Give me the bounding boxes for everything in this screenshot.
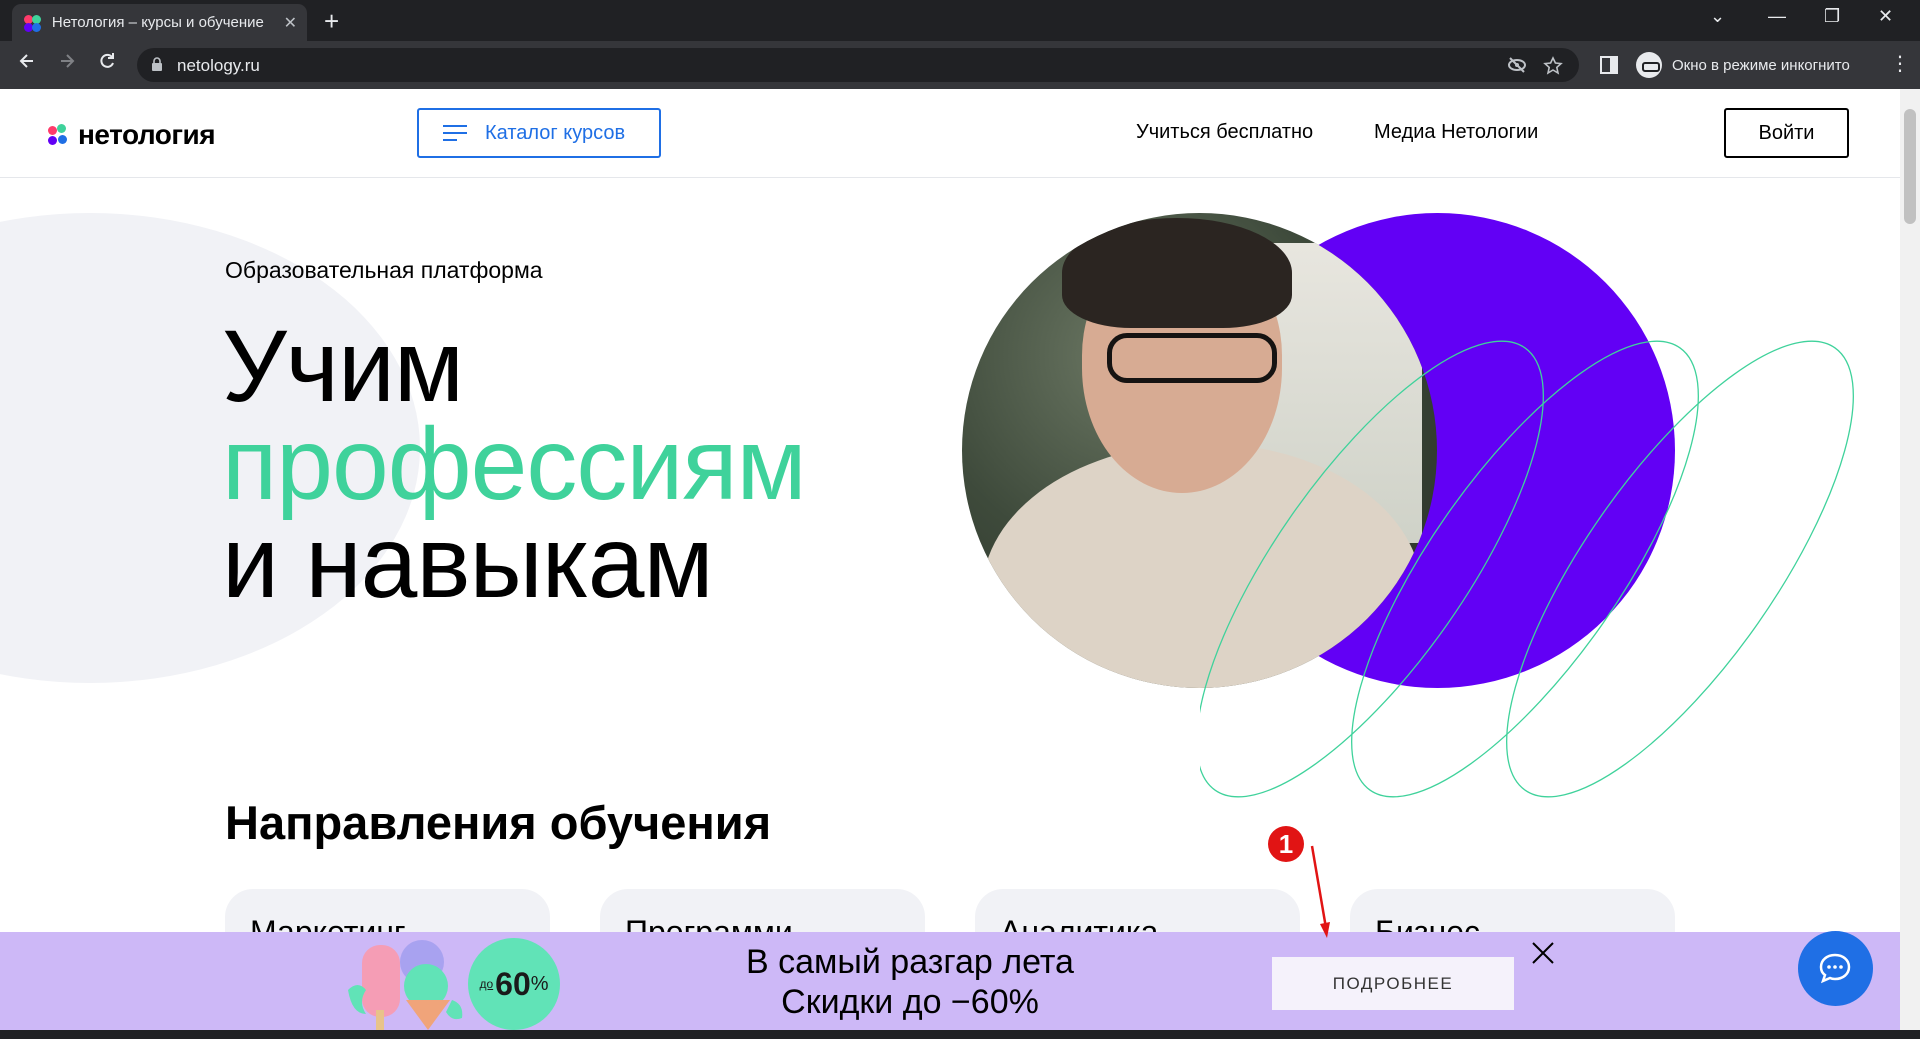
- browser-menu-icon[interactable]: ⋮: [1890, 51, 1910, 76]
- tab-close-icon[interactable]: ✕: [284, 13, 297, 33]
- menu-icon: [443, 120, 467, 146]
- side-panel-icon[interactable]: [1599, 55, 1619, 75]
- taskbar-edge: [0, 1030, 1920, 1039]
- annotation-marker: 1: [1268, 826, 1304, 862]
- url-text: netology.ru: [177, 56, 260, 75]
- minimize-button[interactable]: —: [1768, 6, 1786, 27]
- back-icon[interactable]: [12, 50, 42, 80]
- promo-banner: до 60 % В самый разгар лета Скидки до −6…: [0, 932, 1900, 1030]
- hero-line-3: и навыкам: [222, 505, 714, 619]
- login-button[interactable]: Войти: [1724, 108, 1849, 158]
- decorative-rings: [1200, 340, 1854, 798]
- hero-title: Учим профессиям и навыкам: [222, 315, 807, 613]
- browser-toolbar: netology.ru Окно в режиме инкогнито ⋮: [0, 41, 1920, 89]
- discount-badge: до 60 %: [468, 938, 560, 1030]
- promo-text: В самый разгар лета Скидки до −60%: [700, 942, 1120, 1022]
- close-icon[interactable]: [1528, 938, 1558, 968]
- chat-icon: [1819, 953, 1851, 984]
- promo-more-button[interactable]: ПОДРОБНЕЕ: [1272, 957, 1514, 1010]
- window-close-button[interactable]: ✕: [1878, 6, 1893, 27]
- incognito-label: Окно в режиме инкогнито: [1672, 56, 1850, 74]
- hero-line-2: профессиям: [222, 407, 807, 521]
- promo-line-2: Скидки до −60%: [781, 983, 1039, 1021]
- hero-kicker: Образовательная платформа: [225, 257, 543, 283]
- tab-title: Нетология – курсы и обучение: [51, 14, 264, 31]
- badge-suffix: %: [530, 972, 549, 995]
- browser-tabbar: Нетология – курсы и обучение ✕ + ⌄ — ❐ ✕: [0, 0, 1920, 41]
- directions-title: Направления обучения: [225, 796, 772, 849]
- badge-prefix: до: [479, 977, 494, 991]
- tab-search-icon[interactable]: ⌄: [1710, 6, 1725, 27]
- badge-value: 60: [495, 965, 531, 1002]
- scrollbar-thumb[interactable]: [1904, 109, 1916, 224]
- catalog-label: Каталог курсов: [485, 121, 626, 144]
- netology-logo[interactable]: нетология: [48, 119, 216, 151]
- incognito-icon: [1636, 52, 1662, 78]
- new-tab-button[interactable]: +: [324, 8, 339, 34]
- page-scrollbar[interactable]: [1900, 89, 1920, 1030]
- site-header: нетология Каталог курсов Учиться бесплат…: [0, 89, 1900, 178]
- star-icon[interactable]: [1543, 56, 1563, 76]
- lock-icon: [152, 57, 162, 71]
- browser-tab[interactable]: Нетология – курсы и обучение ✕: [12, 4, 307, 41]
- promo-line-1: В самый разгар лета: [746, 943, 1074, 981]
- netology-favicon-icon: [22, 13, 42, 33]
- reload-icon[interactable]: [92, 50, 122, 80]
- ice-cream-illustration: [348, 940, 463, 1030]
- restore-button[interactable]: ❐: [1824, 6, 1840, 27]
- eye-off-icon[interactable]: [1507, 56, 1527, 74]
- logo-text: нетология: [78, 119, 216, 150]
- nav-free-learning[interactable]: Учиться бесплатно: [1136, 121, 1313, 144]
- annotation-arrow: [1310, 845, 1330, 938]
- hero-line-1: Учим: [222, 309, 464, 423]
- address-bar[interactable]: netology.ru: [137, 48, 1579, 82]
- incognito-indicator[interactable]: Окно в режиме инкогнито: [1636, 48, 1850, 82]
- logo-mark-icon: [48, 124, 70, 146]
- nav-media[interactable]: Медиа Нетологии: [1374, 121, 1538, 144]
- catalog-button[interactable]: Каталог курсов: [417, 108, 661, 158]
- page-viewport: нетология Каталог курсов Учиться бесплат…: [0, 89, 1900, 1030]
- chat-button[interactable]: [1798, 931, 1873, 1006]
- forward-icon[interactable]: [52, 50, 82, 80]
